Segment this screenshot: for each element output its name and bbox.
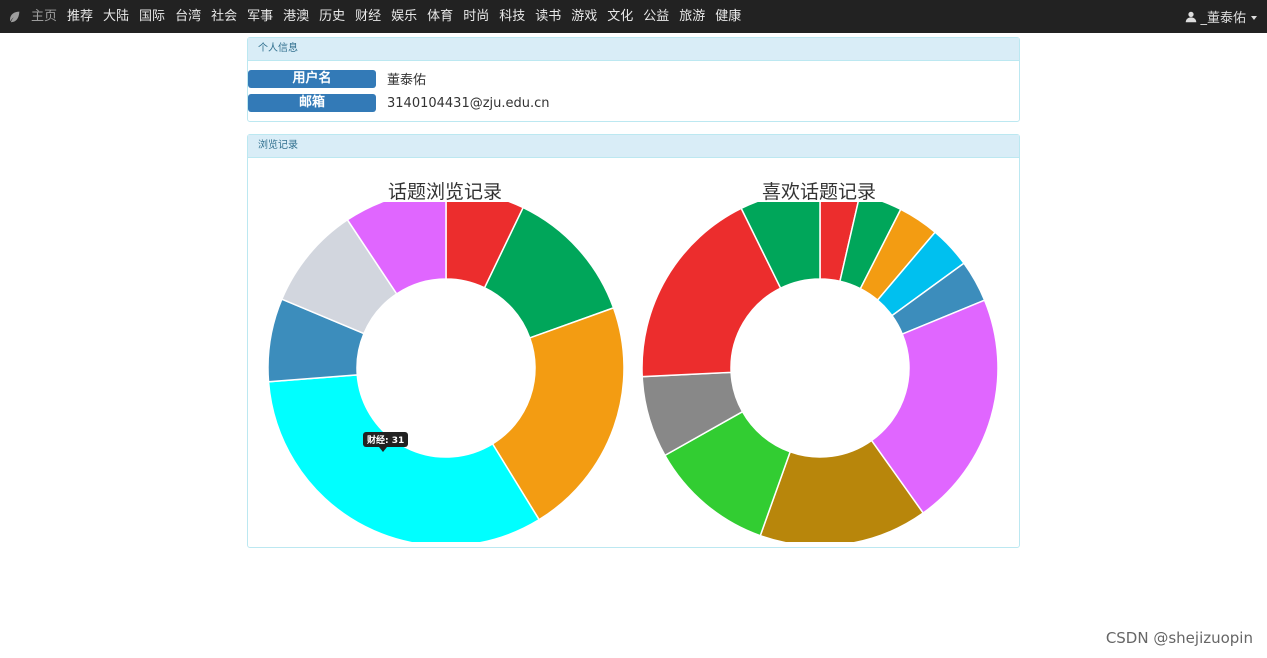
email-label: 邮箱 [248,94,376,112]
username-value: 董泰佑 [387,73,427,88]
nav-item-10[interactable]: 娱乐 [386,0,422,33]
nav-item-15[interactable]: 游戏 [566,0,602,33]
donut-chart-browse[interactable] [267,202,627,542]
donut-slice-3[interactable] [267,374,541,542]
watermark: CSDN @shejizuopin [1105,629,1253,647]
nav-menu: 主页 推荐 大陆 国际 台湾 社会 军事 港澳 历史 财经 娱乐 体育 时尚 科技 读书 游戏 文化 公益 旅游 健康 [28,0,746,33]
leaf-logo-icon[interactable] [0,0,28,33]
nav-item-18[interactable]: 旅游 [674,0,710,33]
nav-item-4[interactable]: 台湾 [170,0,206,33]
nav-item-5[interactable]: 社会 [206,0,242,33]
caret-down-icon [1251,15,1257,20]
top-navbar: 主页 推荐 大陆 国际 台湾 社会 军事 港澳 历史 财经 娱乐 体育 时尚 科技 读书 游戏 文化 公益 旅游 健康… [0,0,1267,33]
donut-chart-liked[interactable] [641,202,1001,542]
nav-item-0[interactable]: 主页 [28,0,62,33]
username-label: 用户名 [248,69,376,88]
nav-item-19[interactable]: 健康 [710,0,746,33]
browsing-history-heading: 浏览记录 [248,135,1019,158]
nav-item-1[interactable]: 推荐 [62,0,98,33]
nav-item-7[interactable]: 港澳 [278,0,314,33]
email-value: 3140104431@zju.edu.cn [387,95,550,111]
nav-item-9[interactable]: 财经 [350,0,386,33]
chart-tooltip: 财经: 31 [363,432,409,452]
nav-item-13[interactable]: 科技 [494,0,530,33]
nav-item-2[interactable]: 大陆 [98,0,134,33]
username-row: 用户名 董泰佑 [248,69,426,88]
personal-info-heading: 个人信息 [248,38,1019,61]
browsing-history-panel: 浏览记录 话题浏览记录 喜欢话题记录 财经: 31 [247,134,1020,548]
personal-info-panel: 个人信息 用户名 董泰佑 邮箱 3140104431@zju.edu.cn [247,37,1020,122]
user-icon [1186,11,1197,22]
email-row: 邮箱 3140104431@zju.edu.cn [248,94,550,112]
chart-title-liked: 喜欢话题记录 [762,181,877,203]
nav-item-8[interactable]: 历史 [314,0,350,33]
nav-item-17[interactable]: 公益 [638,0,674,33]
nav-item-14[interactable]: 读书 [530,0,566,33]
nav-item-16[interactable]: 文化 [602,0,638,33]
nav-item-11[interactable]: 体育 [422,0,458,33]
user-dropdown[interactable]: _董泰佑 [1185,0,1257,33]
chart-title-browse: 话题浏览记录 [388,181,503,203]
user-name: _董泰佑 [1200,11,1246,26]
nav-item-6[interactable]: 军事 [242,0,278,33]
nav-item-3[interactable]: 国际 [134,0,170,33]
nav-item-12[interactable]: 时尚 [458,0,494,33]
